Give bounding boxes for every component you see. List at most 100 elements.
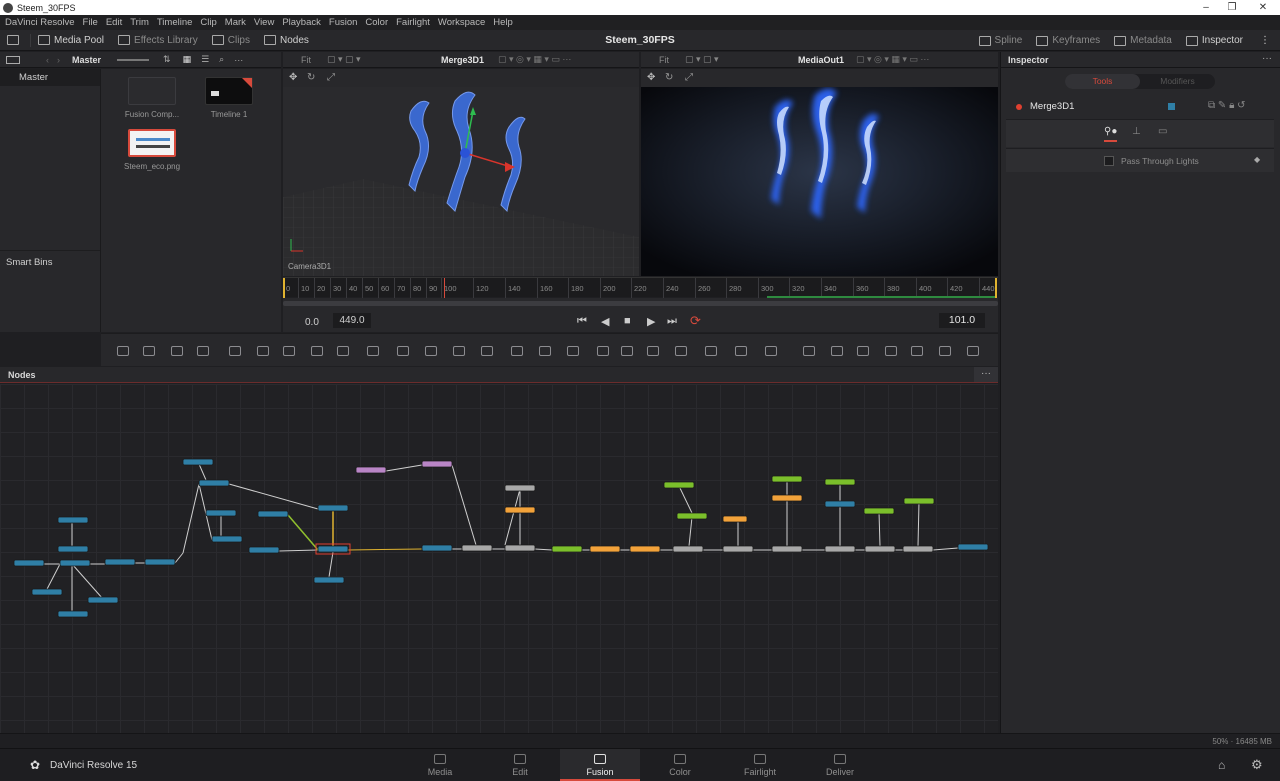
viewer-controls-icons[interactable]: ▢ ▾ ◎ ▾ ▦ ▾ ▭ ··· — [498, 54, 571, 65]
page-tab-deliver[interactable]: Deliver — [800, 749, 880, 781]
node-box[interactable] — [629, 545, 661, 553]
particle-force-tool-icon[interactable] — [621, 346, 633, 356]
node-version-icons[interactable]: ⧉ ✎ 🔒︎ ↺ — [1208, 100, 1246, 111]
menu-davinci-resolve[interactable]: DaVinci Resolve — [5, 17, 75, 28]
time-ruler[interactable]: 0 10 20 30 40 50 60 70 80 90 100 120 140 160 180 200 220… — [283, 277, 998, 298]
menu-view[interactable]: View — [254, 17, 274, 28]
inspector-options-icon[interactable]: ··· — [1262, 53, 1272, 64]
stop-icon[interactable]: ■ — [624, 315, 631, 327]
node-box[interactable] — [722, 545, 754, 553]
render-start-field[interactable]: 0.0 — [305, 317, 319, 328]
node-box[interactable] — [824, 478, 856, 486]
step-back-icon[interactable]: ◀ — [601, 315, 609, 328]
current-time-field[interactable]: 101.0 — [939, 313, 985, 328]
node-box[interactable] — [663, 481, 695, 489]
renderer3d-tool-icon[interactable] — [831, 346, 843, 356]
menu-trim[interactable]: Trim — [130, 17, 149, 28]
node-box[interactable] — [421, 544, 453, 552]
point-cloud-tool-icon[interactable] — [911, 346, 923, 356]
node-box[interactable] — [355, 466, 387, 474]
inspector-button[interactable]: Inspector — [1179, 30, 1250, 51]
clip-timeline-1[interactable]: Timeline 1 — [201, 77, 257, 119]
pan-icon[interactable]: ✥ — [289, 72, 297, 83]
node-box[interactable] — [57, 610, 89, 618]
menu-playback[interactable]: Playback — [282, 17, 321, 28]
menu-clip[interactable]: Clip — [200, 17, 216, 28]
left-viewer-3d[interactable]: Camera3D1 — [283, 87, 639, 276]
sort-icon[interactable]: ⇅ — [163, 54, 171, 65]
node-box[interactable] — [313, 576, 345, 584]
node-box[interactable] — [504, 484, 536, 492]
playhead[interactable] — [444, 278, 445, 298]
node-box[interactable] — [461, 544, 493, 552]
camera3d-tool-icon[interactable] — [705, 346, 717, 356]
grid-view-icon[interactable]: ▦ — [183, 54, 192, 65]
metadata-button[interactable]: Metadata — [1107, 30, 1179, 51]
close-button[interactable]: ✕ — [1250, 0, 1276, 15]
menu-edit[interactable]: Edit — [106, 17, 122, 28]
brightness-tool-icon[interactable] — [229, 346, 241, 356]
particle-emitter-tool-icon[interactable] — [567, 346, 579, 356]
merge-tool-icon[interactable] — [311, 346, 323, 356]
menu-timeline[interactable]: Timeline — [157, 17, 193, 28]
viewer-controls-icons[interactable]: ▢ ▾ ◎ ▾ ▦ ▾ ▭ ··· — [856, 54, 929, 65]
menu-mark[interactable]: Mark — [225, 17, 246, 28]
menu-workspace[interactable]: Workspace — [438, 17, 485, 28]
node-box[interactable] — [864, 545, 896, 553]
nodes-button[interactable]: Nodes — [257, 30, 316, 51]
tab-tools[interactable]: Tools — [1065, 74, 1140, 89]
node-box[interactable] — [104, 558, 136, 566]
settings-gear-icon[interactable]: ⚙ — [1251, 757, 1263, 773]
bender-tool-icon[interactable] — [939, 346, 951, 356]
tab-modifiers[interactable]: Modifiers — [1140, 74, 1215, 89]
clip-fusion-comp[interactable]: Fusion Comp... — [124, 77, 180, 119]
node-box[interactable] — [57, 545, 89, 553]
light3d-tool-icon[interactable] — [735, 346, 747, 356]
menu-fairlight[interactable]: Fairlight — [396, 17, 430, 28]
node-box[interactable] — [317, 545, 349, 553]
node-box[interactable] — [182, 458, 214, 466]
paint-tool-icon[interactable] — [171, 346, 183, 356]
particle-render-tool-icon[interactable] — [597, 346, 609, 356]
media-pool-options-icon[interactable]: ··· — [234, 55, 243, 65]
menu-help[interactable]: Help — [493, 17, 513, 28]
list-view-icon[interactable]: ☰ — [201, 54, 209, 65]
transform-tab-icon[interactable]: ⊥ — [1132, 126, 1141, 137]
node-box[interactable] — [59, 559, 91, 567]
toolbar-options-button[interactable]: ⋮ — [1250, 30, 1280, 51]
keyframes-button[interactable]: Keyframes — [1029, 30, 1107, 51]
page-tab-color[interactable]: Color — [640, 749, 720, 781]
transform-tool-icon[interactable] — [367, 346, 379, 356]
menu-color[interactable]: Color — [365, 17, 388, 28]
node-box[interactable] — [903, 497, 935, 505]
spline-button[interactable]: Spline — [972, 30, 1030, 51]
page-tab-fairlight[interactable]: Fairlight — [720, 749, 800, 781]
node-box[interactable] — [144, 558, 176, 566]
background-tool-icon[interactable] — [117, 346, 129, 356]
node-box[interactable] — [551, 545, 583, 553]
maximize-button[interactable]: ❐ — [1219, 0, 1245, 15]
crop-tool-icon[interactable] — [397, 346, 409, 356]
rotate-icon[interactable]: ↻ — [307, 72, 315, 83]
node-box[interactable] — [421, 460, 453, 468]
page-tab-fusion[interactable]: Fusion — [560, 749, 640, 781]
alembic-tool-icon[interactable] — [885, 346, 897, 356]
clips-button[interactable]: Clips — [205, 30, 257, 51]
right-viewer-output[interactable] — [641, 87, 998, 276]
node-box[interactable] — [902, 545, 934, 553]
smart-bins-label[interactable]: Smart Bins — [0, 250, 100, 274]
out-marker[interactable] — [995, 278, 997, 298]
settings-tab-icon[interactable]: ▭ — [1158, 126, 1167, 137]
node-box[interactable] — [771, 545, 803, 553]
thumbnail-zoom-slider[interactable] — [117, 58, 150, 61]
node-box[interactable] — [205, 509, 237, 517]
node-box[interactable] — [957, 543, 989, 551]
menu-fusion[interactable]: Fusion — [329, 17, 358, 28]
in-marker[interactable] — [283, 278, 285, 298]
fit-dropdown[interactable]: Fit — [301, 55, 311, 65]
forward-arrow-icon[interactable]: › — [57, 55, 60, 65]
node-box[interactable] — [589, 545, 621, 553]
node-box[interactable] — [863, 507, 895, 515]
play-icon[interactable]: ▶ — [647, 315, 655, 328]
color-corrector-tool-icon[interactable] — [257, 346, 269, 356]
